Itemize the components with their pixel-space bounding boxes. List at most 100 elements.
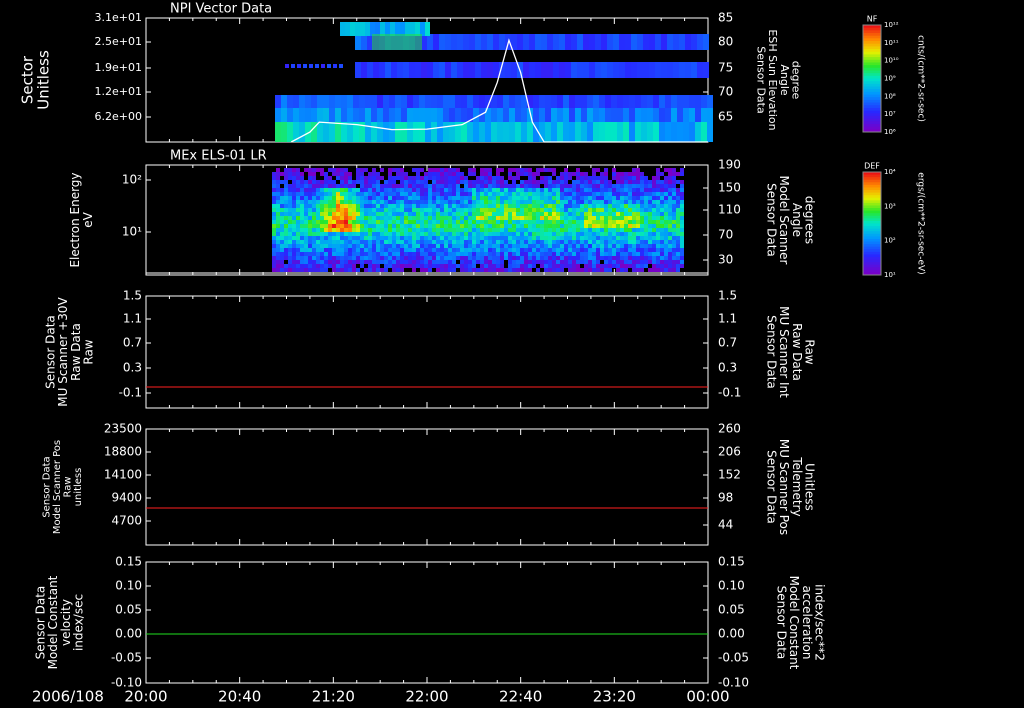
heatmap-cell [364,180,368,184]
heatmap-cell [552,224,556,228]
heatmap-cell [420,204,424,208]
heatmap-cell [456,192,460,196]
right-axis-title: Sensor DataMU Scanner IntRaw DataRaw [765,306,817,398]
heatmap-cell [452,168,456,172]
heatmap-cell [572,264,576,268]
heatmap-cell [336,224,340,228]
heatmap-cell [296,188,300,192]
heatmap-cell [292,240,296,244]
left-axis-title-line: Raw [62,476,73,497]
heatmap-cell [376,252,380,256]
heatmap-cell [288,220,292,224]
heatmap-cell [456,264,460,268]
heatmap-cell [524,228,528,232]
heatmap-cell [624,192,628,196]
heatmap-cell [620,208,624,212]
heatmap-cell [308,248,312,252]
heatmap-cell [296,200,300,204]
heatmap-cell [368,192,372,196]
heatmap-cell [375,22,380,36]
heatmap-cell [492,256,496,260]
heatmap-cell [564,240,568,244]
heatmap-cell [572,208,576,212]
heatmap-cell [284,232,288,236]
heatmap-cell [648,256,652,260]
heatmap-cell [576,180,580,184]
heatmap-cell [540,256,544,260]
heatmap-cell [476,204,480,208]
heatmap-cell [580,252,584,256]
heatmap-cell [588,216,592,220]
heatmap-cell [644,180,648,184]
heatmap-cell [496,192,500,196]
heatmap-cell [628,244,632,248]
heatmap-cell [491,122,497,142]
heatmap-cell [468,224,472,228]
heatmap-cell [508,196,512,200]
heatmap-cell [401,122,407,142]
heatmap-cell [436,232,440,236]
heatmap-cell [616,240,620,244]
heatmap-cell [472,244,476,248]
heatmap-cell [484,200,488,204]
heatmap-cell [536,228,540,232]
heatmap-cell [348,192,352,196]
heatmap-cell [668,248,672,252]
heatmap-cell [584,228,588,232]
heatmap-cell [524,200,528,204]
heatmap-cell [416,224,420,228]
heatmap-cell [340,264,344,268]
heatmap-cell [440,192,444,196]
heatmap-cell [388,244,392,248]
heatmap-cell [632,180,636,184]
heatmap-cell [664,232,668,236]
heatmap-cell [408,216,412,220]
heatmap-cell [620,252,624,256]
heatmap-cell [448,260,452,264]
heatmap-cell [664,220,668,224]
heatmap-cell [612,200,616,204]
heatmap-cell [404,228,408,232]
heatmap-cell [636,216,640,220]
heatmap-cell [396,168,400,172]
heatmap-cell [508,220,512,224]
heatmap-cell [644,228,648,232]
heatmap-cell [475,34,481,50]
heatmap-cell [520,228,524,232]
heatmap-cell [648,240,652,244]
heatmap-cell [580,196,584,200]
heatmap-cell [380,228,384,232]
heatmap-cell [440,252,444,256]
heatmap-cell [440,212,444,216]
heatmap-cell [388,224,392,228]
heatmap-cell [587,108,593,122]
heatmap-cell [320,256,324,260]
heatmap-cell [444,208,448,212]
heatmap-cell [380,240,384,244]
heatmap-cell [280,188,284,192]
plot-canvas: 3.1e+012.5e+011.9e+011.2e+016.2e+0085807… [19,2,926,706]
heatmap-cell [541,34,547,50]
heatmap-cell [340,208,344,212]
heatmap-cell [304,256,308,260]
heatmap-cell [396,228,400,232]
heatmap-cell [584,184,588,188]
heatmap-cell [560,268,564,272]
heatmap-cell [400,196,404,200]
heatmap-cell [396,208,400,212]
heatmap-cell [488,176,492,180]
heatmap-cell [328,208,332,212]
heatmap-cell [432,264,436,268]
heatmap-cell [384,232,388,236]
heatmap-cell [660,216,664,220]
heatmap-cell [588,192,592,196]
heatmap-cell [484,236,488,240]
heatmap-cell [612,204,616,208]
heatmap-cell [456,220,460,224]
heatmap-cell [668,216,672,220]
heatmap-cell [464,268,468,272]
heatmap-cell [529,62,535,78]
heatmap-cell [644,196,648,200]
heatmap-cell [568,268,572,272]
heatmap-cell [456,212,460,216]
